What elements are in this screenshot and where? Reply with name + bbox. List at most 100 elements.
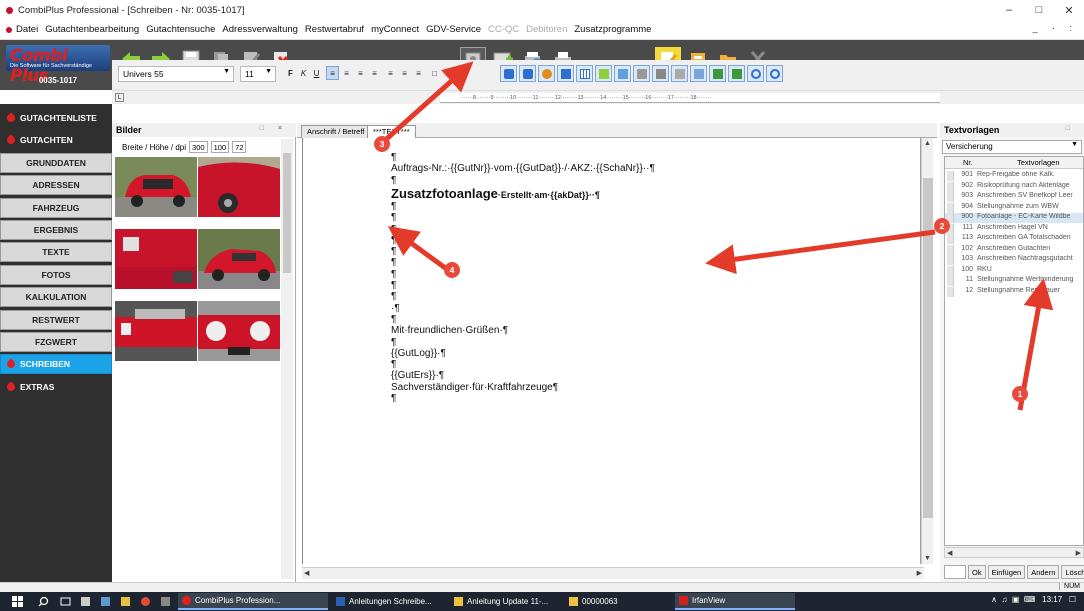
- editor-horizontal-scrollbar[interactable]: ◀ ▶: [302, 567, 924, 579]
- nav-kalkulation[interactable]: KALKULATION: [0, 287, 112, 308]
- font-size-select[interactable]: 11 ▼: [240, 66, 276, 82]
- row-handle[interactable]: [947, 171, 954, 181]
- document-line[interactable]: ¶: [391, 257, 396, 268]
- panel-pin-icon[interactable]: □: [1066, 125, 1076, 132]
- bullet-list-button[interactable]: ≡: [384, 66, 397, 80]
- menu-zusatzprogramme[interactable]: Zusatzprogramme: [574, 24, 651, 35]
- column-nr[interactable]: Nr.: [963, 158, 973, 167]
- menu-adressverwaltung[interactable]: Adressverwaltung: [222, 24, 298, 35]
- speaker-icon[interactable]: ♫: [1001, 595, 1007, 604]
- nav-gutachten[interactable]: GUTACHTEN: [0, 130, 112, 151]
- row-handle[interactable]: [947, 192, 954, 202]
- pinned-app-icon[interactable]: [100, 596, 111, 607]
- nav-texte[interactable]: TEXTE: [0, 242, 112, 263]
- nav-fzgwert[interactable]: FZGWERT: [0, 332, 112, 352]
- menu-restwertabruf[interactable]: Restwertabruf: [305, 24, 364, 35]
- template-row[interactable]: 100 RKU: [945, 265, 1083, 276]
- nav-ergebnis[interactable]: ERGEBNIS: [0, 220, 112, 240]
- insert-field-button[interactable]: [595, 65, 612, 82]
- document-page[interactable]: ¶ Auftrags-Nr.:·{{GutNr}}·vom·{{GutDat}}·…: [302, 138, 920, 564]
- tray-chevron-icon[interactable]: ∧: [991, 595, 997, 604]
- template-row[interactable]: 11 Stellungnahme Wertminderung: [945, 276, 1083, 286]
- template-number-input[interactable]: [944, 565, 966, 579]
- row-handle[interactable]: [947, 234, 954, 244]
- nav-schreiben[interactable]: SCHREIBEN: [0, 354, 112, 375]
- scroll-right-icon[interactable]: ▶: [1076, 549, 1081, 557]
- row-handle[interactable]: [947, 286, 954, 297]
- grid-button[interactable]: [671, 65, 688, 82]
- keyboard-icon[interactable]: ⌨: [1024, 595, 1036, 604]
- row-handle[interactable]: [947, 255, 954, 265]
- image-height-input[interactable]: 100: [210, 141, 230, 153]
- table-button[interactable]: [576, 65, 593, 82]
- images-scrollbar[interactable]: [281, 139, 293, 579]
- italic-button[interactable]: K: [297, 66, 310, 80]
- photo-thumbnail[interactable]: [198, 301, 280, 361]
- template-row[interactable]: 111 Anschreiben Hagel VN: [945, 223, 1083, 234]
- bold-button[interactable]: F: [284, 66, 297, 80]
- taskbar-word-schreiben[interactable]: Anleitungen Schreibe...: [332, 593, 447, 610]
- template-row[interactable]: 103 Anschreiben Nachtragsgutacht: [945, 255, 1083, 265]
- tab-text[interactable]: ***TEXT***: [367, 125, 416, 138]
- document-line[interactable]: ¶: [391, 337, 396, 348]
- align-center-button[interactable]: ≡: [340, 66, 353, 80]
- nav-fotos[interactable]: FOTOS: [0, 264, 112, 285]
- align-right-button[interactable]: ≡: [354, 66, 367, 80]
- row-handle[interactable]: [947, 265, 954, 276]
- align-text-button[interactable]: [633, 65, 650, 82]
- template-row[interactable]: 903 Anschreiben SV Briefkopf Leer: [945, 192, 1083, 202]
- delete-template-button[interactable]: Löschen: [1061, 565, 1084, 579]
- numbered-list-button[interactable]: ≡: [398, 66, 411, 80]
- document-line[interactable]: ¶: [391, 291, 396, 302]
- template-row[interactable]: 904 Stellungnahme zum WBW: [945, 202, 1083, 213]
- photo-thumbnail[interactable]: [115, 229, 197, 289]
- taskbar-irfanview[interactable]: IrfanView: [675, 593, 795, 610]
- document-line[interactable]: ¶: [391, 201, 396, 212]
- menu-gutachtenbearbeitung[interactable]: Gutachtenbearbeitung: [45, 24, 139, 35]
- pinned-app-icon[interactable]: [120, 596, 131, 607]
- indent-button[interactable]: ≡: [412, 66, 425, 80]
- template-row[interactable]: 12 Stellungnahme Rep-Dauer: [945, 286, 1083, 297]
- template-row[interactable]: 113 Anschreiben GA Totalschaden: [945, 234, 1083, 244]
- document-line[interactable]: ¶: [391, 269, 396, 280]
- scroll-left-icon[interactable]: ◀: [947, 549, 952, 557]
- menu-datei[interactable]: Datei: [16, 24, 38, 35]
- document-line[interactable]: ¶: [391, 224, 396, 235]
- maximize-button[interactable]: □: [1024, 0, 1054, 20]
- redo-button[interactable]: [519, 65, 536, 82]
- merge-button[interactable]: [728, 65, 745, 82]
- document-line[interactable]: ¶: [391, 359, 396, 370]
- paragraph-marks-button[interactable]: □: [428, 66, 441, 80]
- undo-button[interactable]: [500, 65, 517, 82]
- search-icon[interactable]: [38, 596, 49, 607]
- photo-thumbnail[interactable]: [198, 229, 280, 289]
- document-line[interactable]: {{GutLog}}·¶: [391, 348, 446, 359]
- image-dpi-input[interactable]: 72: [232, 141, 247, 153]
- taskbar-folder-00000063[interactable]: 00000063: [565, 593, 655, 610]
- template-row[interactable]: 901 Rep-Freigabe ohne Kalk.: [945, 171, 1083, 181]
- template-row[interactable]: 900 Fotoanlage - EC-Karte Wildbe: [945, 213, 1083, 223]
- document-line[interactable]: ¶: [391, 280, 396, 291]
- image-width-input[interactable]: 300: [189, 141, 208, 153]
- pinned-app-icon[interactable]: [140, 596, 151, 607]
- document-line[interactable]: ¶: [391, 212, 396, 223]
- image-insert-button[interactable]: [690, 65, 707, 82]
- tab-anschrift-betreff[interactable]: Anschrift / Betreff: [301, 125, 371, 138]
- photo-thumbnail[interactable]: [115, 157, 197, 217]
- add-row-button[interactable]: [709, 65, 726, 82]
- tools-button[interactable]: [538, 65, 555, 82]
- menu-gdv-service[interactable]: GDV-Service: [426, 24, 481, 35]
- row-handle[interactable]: [947, 202, 954, 213]
- task-view-icon[interactable]: [60, 596, 71, 607]
- editor-vertical-scrollbar[interactable]: ▲ ▼: [921, 138, 933, 564]
- list-format-button[interactable]: [652, 65, 669, 82]
- close-button[interactable]: ✕: [1054, 0, 1084, 20]
- mdi-controls[interactable]: _ · :: [1032, 23, 1078, 33]
- notifications-icon[interactable]: ☐: [1069, 595, 1076, 604]
- document-heading[interactable]: Zusatzfotoanlage·Erstellt·am·{{akDat}}··…: [391, 186, 600, 201]
- templates-horizontal-scrollbar[interactable]: ◀ ▶: [944, 547, 1084, 558]
- photo-thumbnail[interactable]: [198, 157, 280, 217]
- document-line[interactable]: ¶: [391, 393, 396, 404]
- ok-button[interactable]: Ok: [968, 565, 986, 579]
- photo-thumbnail[interactable]: [115, 301, 197, 361]
